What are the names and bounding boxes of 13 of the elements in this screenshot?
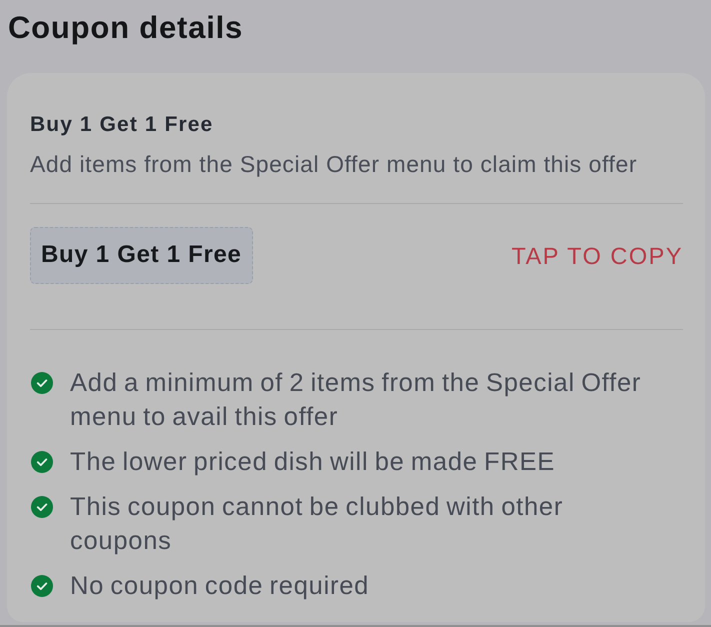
term-text: Add a minimum of 2 items from the Special Offer menu to avail this offer <box>70 368 642 433</box>
check-icon <box>31 451 53 473</box>
copy-button[interactable]: TAP TO COPY <box>512 240 683 270</box>
page-title: Coupon details <box>8 9 244 47</box>
term-text: The lower priced dish will be made FREE <box>70 447 556 478</box>
term-text: This coupon cannot be clubbed with other coupons <box>70 492 564 557</box>
check-icon <box>31 496 53 518</box>
coupon-code: Buy 1 Get 1 Free <box>30 227 253 284</box>
term-text: No coupon code required <box>70 571 370 602</box>
check-icon <box>31 372 53 394</box>
check-icon <box>31 575 53 597</box>
coupon-name: Buy 1 Get 1 Free <box>30 112 214 138</box>
coupon-description: Add items from the Special Offer menu to claim this offer <box>30 150 638 178</box>
